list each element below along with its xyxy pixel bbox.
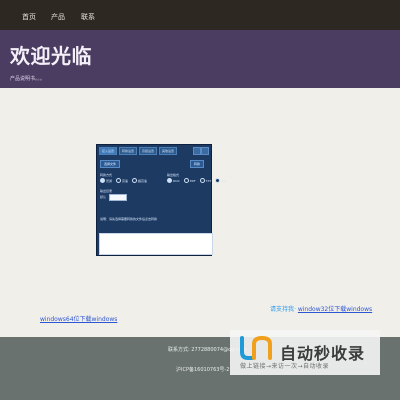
nav-contact-link[interactable]: 联系 xyxy=(81,12,95,22)
radio-option-doc[interactable]: DOC xyxy=(167,178,180,183)
download-32bit-link[interactable]: window32位下载windows xyxy=(298,306,372,313)
convert-mode-title: 转换方式 xyxy=(100,173,113,177)
close-icon[interactable] xyxy=(201,147,209,155)
radio-option-fast[interactable]: 高速 xyxy=(116,178,128,183)
app-tab-connect[interactable]: 接入设置 xyxy=(99,147,118,155)
nav-home-link[interactable]: 首页 xyxy=(22,12,36,22)
app-action-row: 选择文件 转换 xyxy=(100,160,208,168)
app-tab-other[interactable]: 其他设置 xyxy=(159,147,178,155)
output-dir-select[interactable] xyxy=(109,194,127,201)
nav-products-link[interactable]: 产品 xyxy=(51,12,65,22)
radio-option-jpg[interactable]: JPG xyxy=(215,178,226,183)
app-log-area[interactable] xyxy=(99,233,213,255)
radio-option-pdf[interactable]: PDF xyxy=(183,178,196,183)
output-dir-value: 默认 xyxy=(100,195,107,199)
convert-mode-options: 普通 高速 超高速 xyxy=(100,178,147,183)
output-dir-label: 输出目录 xyxy=(100,189,113,193)
app-instructions: 说明：请先选择需要转换的文件后点击转换 xyxy=(100,217,158,221)
hero-subtitle: 产品说明书。。。 xyxy=(10,76,46,82)
app-tab-advanced[interactable]: 高级设置 xyxy=(139,147,158,155)
download-link-row-2: windows64位下载windows xyxy=(40,314,117,323)
footer-icp: 沪ICP备16010763号-2 xyxy=(176,367,230,373)
page-title: 欢迎光临 xyxy=(10,44,92,68)
radio-option-normal[interactable]: 普通 xyxy=(100,178,112,183)
radio-option-ultra[interactable]: 超高速 xyxy=(132,178,147,183)
download-64bit-link[interactable]: windows64位下载windows xyxy=(40,316,117,323)
watermark-subtitle: 做上链接→来访一次→自动收录 xyxy=(240,363,330,370)
top-navbar: 首页 产品 联系 xyxy=(0,0,400,30)
download-link-row: 请支持我· window32位下载windows xyxy=(270,304,372,313)
watermark-badge: 自动秒收录 做上链接→来访一次→自动收录 xyxy=(230,330,380,375)
watermark-logo-icon xyxy=(240,336,272,360)
app-tab-convert[interactable]: 转换设置 xyxy=(119,147,138,155)
select-file-button[interactable]: 选择文件 xyxy=(100,160,121,168)
minimize-icon[interactable] xyxy=(193,147,201,155)
app-screenshot: 接入设置 转换设置 高级设置 其他设置 选择文件 转换 转换方式 普通 高速 超… xyxy=(96,144,226,256)
hero-banner: 欢迎光临 产品说明书。。。 xyxy=(0,30,400,88)
app-tab-strip: 接入设置 转换设置 高级设置 其他设置 xyxy=(99,147,178,155)
output-format-options: DOC PDF TXT JPG xyxy=(167,178,226,183)
radio-option-txt[interactable]: TXT xyxy=(199,178,211,183)
output-format-title: 输出格式 xyxy=(167,173,180,177)
download-prefix: 请支持我· xyxy=(270,306,296,313)
convert-button[interactable]: 转换 xyxy=(190,160,205,168)
